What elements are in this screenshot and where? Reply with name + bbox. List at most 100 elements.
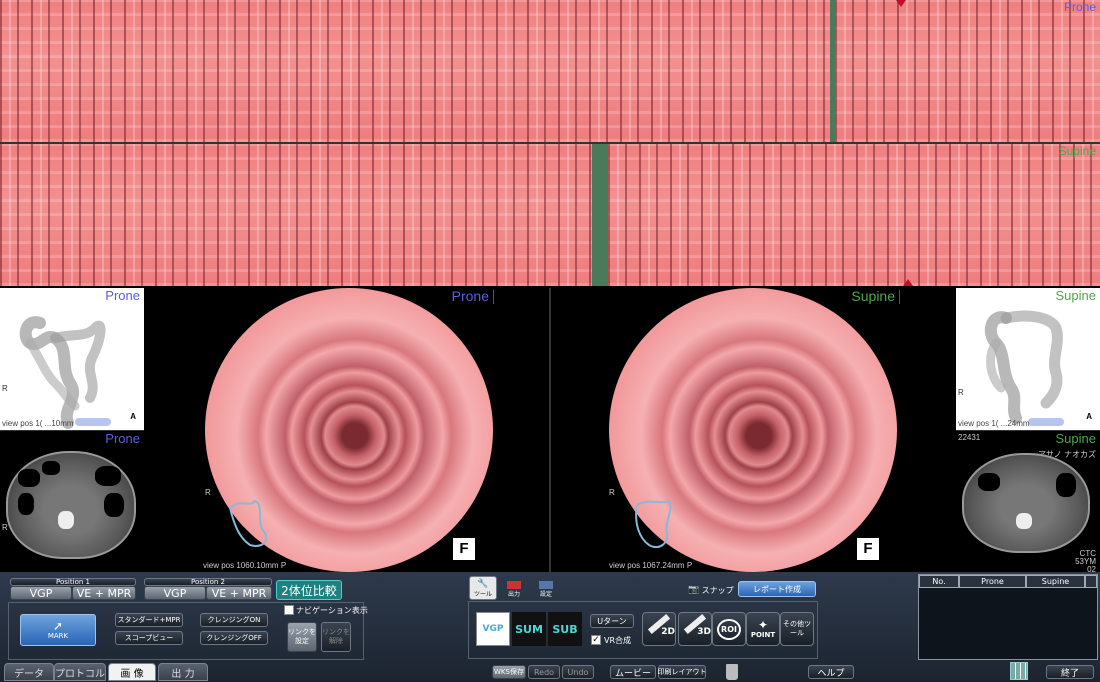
bottom-tab-image[interactable]: 画 像 bbox=[108, 663, 156, 681]
supine-fillet-view-left[interactable] bbox=[0, 144, 592, 286]
supine-ct-label: Supine bbox=[1055, 431, 1096, 446]
sub-thumbnail[interactable]: SUB bbox=[548, 612, 582, 646]
vr-composite-checkbox[interactable]: ✓ bbox=[591, 635, 601, 645]
other-tools-button[interactable]: その他ツール bbox=[780, 612, 814, 646]
redo-button[interactable]: Redo bbox=[528, 665, 560, 679]
cleansing-on-button[interactable]: クレンジングON bbox=[200, 613, 268, 627]
link-release-button[interactable]: リンクを解除 bbox=[321, 622, 351, 652]
supine-ct-info3: 02 bbox=[1087, 565, 1096, 572]
roi-button[interactable]: ROI bbox=[712, 612, 746, 646]
sum-thumb-label: SUM bbox=[515, 622, 543, 636]
settings-tab-label: 設定 bbox=[539, 590, 552, 598]
settings-tab[interactable]: 設定 bbox=[532, 578, 560, 600]
cursor-icon: ➚ bbox=[52, 619, 64, 633]
prone-endo-navigator bbox=[229, 499, 268, 547]
measure-2d-label: 2D bbox=[661, 627, 675, 637]
supine-endo-r: R bbox=[609, 488, 615, 497]
bottom-tab-data[interactable]: データ bbox=[4, 663, 54, 681]
prone-overview-r: R bbox=[2, 384, 8, 393]
findings-table-header: No. Prone Supine bbox=[919, 575, 1097, 588]
prone-ct-slice[interactable]: Prone R bbox=[0, 430, 144, 572]
undo-button[interactable]: Undo bbox=[562, 665, 594, 679]
vempr1-button[interactable]: VE + MPR bbox=[72, 586, 136, 600]
output-tab[interactable]: 出力 bbox=[500, 578, 528, 600]
prone-overview-slider[interactable] bbox=[75, 418, 111, 426]
supine-strip-marker[interactable] bbox=[903, 279, 913, 286]
u-turn-button[interactable]: Uターン bbox=[590, 614, 634, 628]
supine-fillet-view-right[interactable]: Supine bbox=[608, 144, 1100, 286]
measure-3d-button[interactable]: 3D bbox=[678, 612, 712, 646]
nav-display-label: ナビゲーション表示 bbox=[296, 606, 368, 615]
prone-endoscopic-view[interactable]: Prone R view pos 1060.10mm P F bbox=[145, 288, 549, 572]
vgp-thumb-label: VGP bbox=[482, 624, 504, 634]
prone-strip-marker[interactable] bbox=[896, 0, 906, 7]
position2-header: Position 2 bbox=[144, 578, 272, 586]
vgp1-button[interactable]: VGP bbox=[10, 586, 72, 600]
nav-display-checkbox[interactable] bbox=[284, 605, 294, 615]
col-scroll bbox=[1085, 575, 1097, 588]
supine-strip-label: Supine bbox=[1058, 144, 1096, 158]
supine-orientation-cube[interactable]: F bbox=[857, 538, 879, 560]
col-no: No. bbox=[919, 575, 959, 588]
wrench-icon: 🔧 bbox=[477, 578, 489, 589]
measure-2d-button[interactable]: 2D bbox=[642, 612, 676, 646]
point-button[interactable]: ✦ POINT bbox=[746, 612, 780, 646]
scope-view-button[interactable]: スコープビュー bbox=[115, 631, 183, 645]
vempr2-button[interactable]: VE + MPR bbox=[206, 586, 272, 600]
layout-grid-icon[interactable] bbox=[1010, 662, 1028, 680]
findings-table: No. Prone Supine bbox=[918, 574, 1098, 660]
supine-endoscopic-view[interactable]: Supine R view pos 1067.24mm P F bbox=[551, 288, 955, 572]
vgp-thumbnail[interactable]: VGP bbox=[476, 612, 510, 646]
compare-button[interactable]: 2体位比較 bbox=[276, 580, 342, 600]
prone-endo-r: R bbox=[205, 488, 211, 497]
prone-orientation-cube[interactable]: F bbox=[453, 538, 475, 560]
supine-overview-pos: view pos 1( ...24mm bbox=[958, 419, 1030, 428]
output-icon bbox=[507, 580, 521, 589]
supine-ct-slice[interactable]: 22431 Supine アサノ ナオカズ CTC 53YM 02 bbox=[956, 430, 1100, 572]
supine-colon-overview[interactable]: Supine R A view pos 1( ...24mm bbox=[956, 288, 1100, 430]
supine-colon-3d-model bbox=[984, 310, 1063, 424]
mark-button[interactable]: ➚ MARK bbox=[20, 614, 96, 646]
measure-3d-label: 3D bbox=[697, 627, 711, 637]
sum-thumbnail[interactable]: SUM bbox=[512, 612, 546, 646]
bottom-tab-output[interactable]: 出 力 bbox=[158, 663, 208, 681]
supine-overview-r: R bbox=[958, 388, 964, 397]
supine-ct-id: 22431 bbox=[958, 433, 981, 442]
report-button[interactable]: レポート作成 bbox=[738, 581, 816, 597]
vgp2-button[interactable]: VGP bbox=[144, 586, 206, 600]
cleansing-off-button[interactable]: クレンジングOFF bbox=[200, 631, 268, 645]
wks-save-button[interactable]: WKS保存 bbox=[492, 665, 526, 679]
exit-button[interactable]: 終了 bbox=[1046, 665, 1094, 679]
prone-overview-pos: view pos 1( ...10mm bbox=[2, 419, 74, 428]
supine-endo-navigator bbox=[635, 499, 672, 549]
bottom-tab-protocol[interactable]: プロトコル bbox=[54, 663, 106, 681]
prone-fillet-view-right[interactable]: Prone bbox=[835, 0, 1100, 142]
prone-strip-label: Prone bbox=[1063, 0, 1096, 14]
sub-thumb-label: SUB bbox=[552, 622, 578, 636]
point-label: POINT bbox=[750, 631, 776, 639]
movie-button[interactable]: ムービー bbox=[610, 665, 656, 679]
trash-icon[interactable] bbox=[726, 664, 738, 680]
supine-endo-pos: view pos 1067.24mm P bbox=[609, 561, 693, 570]
snap-button[interactable]: 📷 スナップ bbox=[688, 582, 734, 598]
standard-mpr-button[interactable]: スタンダード+MPR bbox=[115, 613, 183, 627]
supine-overview-a: A bbox=[1086, 412, 1092, 421]
roi-label: ROI bbox=[717, 618, 741, 640]
prone-ct-label: Prone bbox=[105, 431, 140, 446]
prone-endo-pos: view pos 1060.10mm P bbox=[203, 561, 287, 570]
help-button[interactable]: ヘルプ bbox=[808, 665, 854, 679]
tool-tab-label: ツール bbox=[473, 590, 492, 598]
link-set-button[interactable]: リンクを設定 bbox=[287, 622, 317, 652]
prone-ct-r: R bbox=[2, 523, 8, 532]
camera-icon: 📷 bbox=[688, 585, 700, 595]
supine-overview-slider[interactable] bbox=[1028, 418, 1064, 426]
print-layout-button[interactable]: 印刷レイアウト bbox=[658, 665, 707, 679]
prone-fillet-view-left[interactable] bbox=[0, 0, 830, 142]
col-supine: Supine bbox=[1026, 575, 1085, 588]
prone-colon-overview[interactable]: Prone R A view pos 1( ...10mm bbox=[0, 288, 144, 430]
supine-strip-divider bbox=[592, 144, 608, 286]
supine-endo-label: Supine bbox=[851, 288, 895, 304]
tool-tab[interactable]: 🔧 ツール bbox=[469, 576, 497, 600]
settings-icon bbox=[539, 580, 553, 589]
col-prone: Prone bbox=[959, 575, 1026, 588]
